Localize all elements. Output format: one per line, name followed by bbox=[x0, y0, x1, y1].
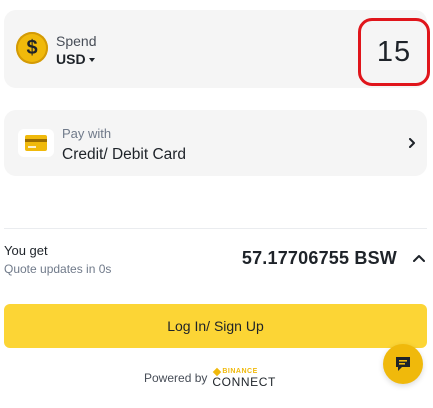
spend-label: Spend bbox=[56, 33, 97, 49]
currency-selector[interactable]: USD bbox=[56, 51, 95, 67]
caret-down-icon bbox=[88, 57, 95, 62]
divider bbox=[4, 228, 427, 229]
pay-with-label: Pay with bbox=[62, 126, 112, 141]
binance-connect-logo: BINANCE CONNECT bbox=[212, 367, 276, 389]
currency-value: USD bbox=[56, 51, 86, 67]
login-signup-button[interactable]: Log In/ Sign Up bbox=[4, 304, 427, 348]
payment-method-selector[interactable]: Pay with Credit/ Debit Card bbox=[4, 110, 427, 176]
payment-method-value: Credit/ Debit Card bbox=[62, 146, 187, 163]
receive-amount: 57.17706755 BSW bbox=[241, 248, 397, 268]
chat-icon bbox=[396, 357, 410, 371]
credit-card-icon bbox=[18, 129, 54, 157]
dollar-coin-icon: $ bbox=[16, 32, 48, 64]
coin-symbol: $ bbox=[26, 36, 38, 59]
chevron-right-icon bbox=[409, 138, 415, 148]
powered-by: Powered by BINANCE CONNECT bbox=[144, 367, 276, 389]
brand-top: BINANCE bbox=[222, 368, 258, 375]
quote-timer: Quote updates in 0s bbox=[4, 262, 112, 276]
you-get-label: You get bbox=[4, 243, 48, 258]
chat-button[interactable] bbox=[383, 344, 423, 384]
spend-amount-input[interactable]: 15 bbox=[358, 18, 430, 86]
brand-bottom: CONNECT bbox=[212, 375, 276, 389]
powered-by-label: Powered by bbox=[144, 371, 208, 385]
chevron-up-icon[interactable] bbox=[413, 253, 425, 263]
